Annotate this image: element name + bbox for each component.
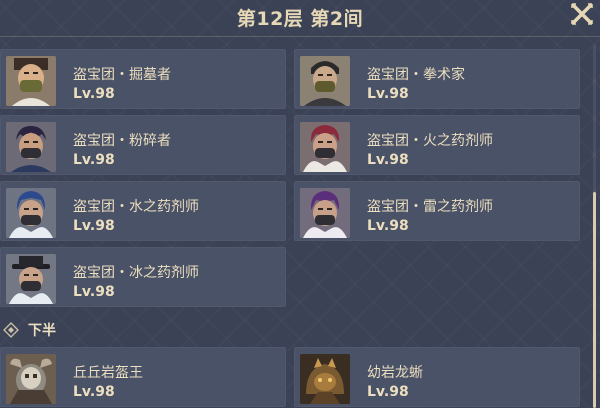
enemy-name: 丘丘岩盔王 <box>73 365 143 381</box>
enemy-name: 盗宝团・拳术家 <box>367 67 465 83</box>
header: 第12层 第2间 <box>0 0 600 34</box>
enemy-card[interactable]: 盗宝团・粉碎者 Lv.98 <box>0 115 286 175</box>
enemy-level: Lv.98 <box>367 218 409 234</box>
treasure-hoarder-hydro-potioneer-icon <box>6 188 56 238</box>
enemy-card[interactable]: 丘丘岩盔王 Lv.98 <box>0 347 286 407</box>
geovishap-hatchling-icon <box>300 354 350 404</box>
section-header-lower-half[interactable]: 下半 <box>0 318 586 342</box>
enemy-name: 盗宝团・掘墓者 <box>73 67 171 83</box>
enemy-list[interactable]: 盗宝团・掘墓者 Lv.98 盗宝团・拳术家 Lv.98 盗宝团・粉碎者 Lv.9… <box>0 45 586 408</box>
enemy-name: 盗宝团・水之药剂师 <box>73 199 199 215</box>
treasure-hoarder-cryo-potioneer-icon <box>6 254 56 304</box>
header-divider <box>0 36 600 37</box>
scrollbar-thumb[interactable] <box>593 192 596 408</box>
diamond-icon <box>3 322 19 338</box>
treasure-hoarder-pyro-potioneer-icon <box>300 122 350 172</box>
treasure-hoarder-crusher-icon <box>6 122 56 172</box>
enemy-card[interactable]: 幼岩龙蜥 Lv.98 <box>294 347 580 407</box>
enemy-card[interactable]: 盗宝团・拳术家 Lv.98 <box>294 49 580 109</box>
enemy-level: Lv.98 <box>73 86 115 102</box>
treasure-hoarder-electro-potioneer-icon <box>300 188 350 238</box>
enemy-card[interactable]: 盗宝团・水之药剂师 Lv.98 <box>0 181 286 241</box>
enemy-level: Lv.98 <box>73 152 115 168</box>
treasure-hoarder-pugilist-icon <box>300 56 350 106</box>
page-title: 第12层 第2间 <box>236 7 364 30</box>
close-icon <box>571 3 593 25</box>
mitachurl-rock-shieldwall-icon <box>6 354 56 404</box>
enemy-card[interactable]: 盗宝团・掘墓者 Lv.98 <box>0 49 286 109</box>
enemy-level: Lv.98 <box>367 384 409 400</box>
enemy-level: Lv.98 <box>367 86 409 102</box>
enemy-name: 盗宝团・冰之药剂师 <box>73 265 199 281</box>
enemy-level: Lv.98 <box>73 284 115 300</box>
enemy-card[interactable]: 盗宝团・冰之药剂师 Lv.98 <box>0 247 286 307</box>
enemy-card[interactable]: 盗宝团・雷之药剂师 Lv.98 <box>294 181 580 241</box>
enemy-card[interactable]: 盗宝团・火之药剂师 Lv.98 <box>294 115 580 175</box>
enemy-level: Lv.98 <box>73 384 115 400</box>
treasure-hoarder-digger-icon <box>6 56 56 106</box>
close-button[interactable] <box>570 2 594 26</box>
section-label: 下半 <box>28 323 56 339</box>
enemy-name: 盗宝团・粉碎者 <box>73 133 171 149</box>
enemy-name: 盗宝团・火之药剂师 <box>367 133 493 149</box>
enemy-level: Lv.98 <box>367 152 409 168</box>
enemy-name: 幼岩龙蜥 <box>367 365 423 381</box>
enemy-level: Lv.98 <box>73 218 115 234</box>
enemy-name: 盗宝团・雷之药剂师 <box>367 199 493 215</box>
